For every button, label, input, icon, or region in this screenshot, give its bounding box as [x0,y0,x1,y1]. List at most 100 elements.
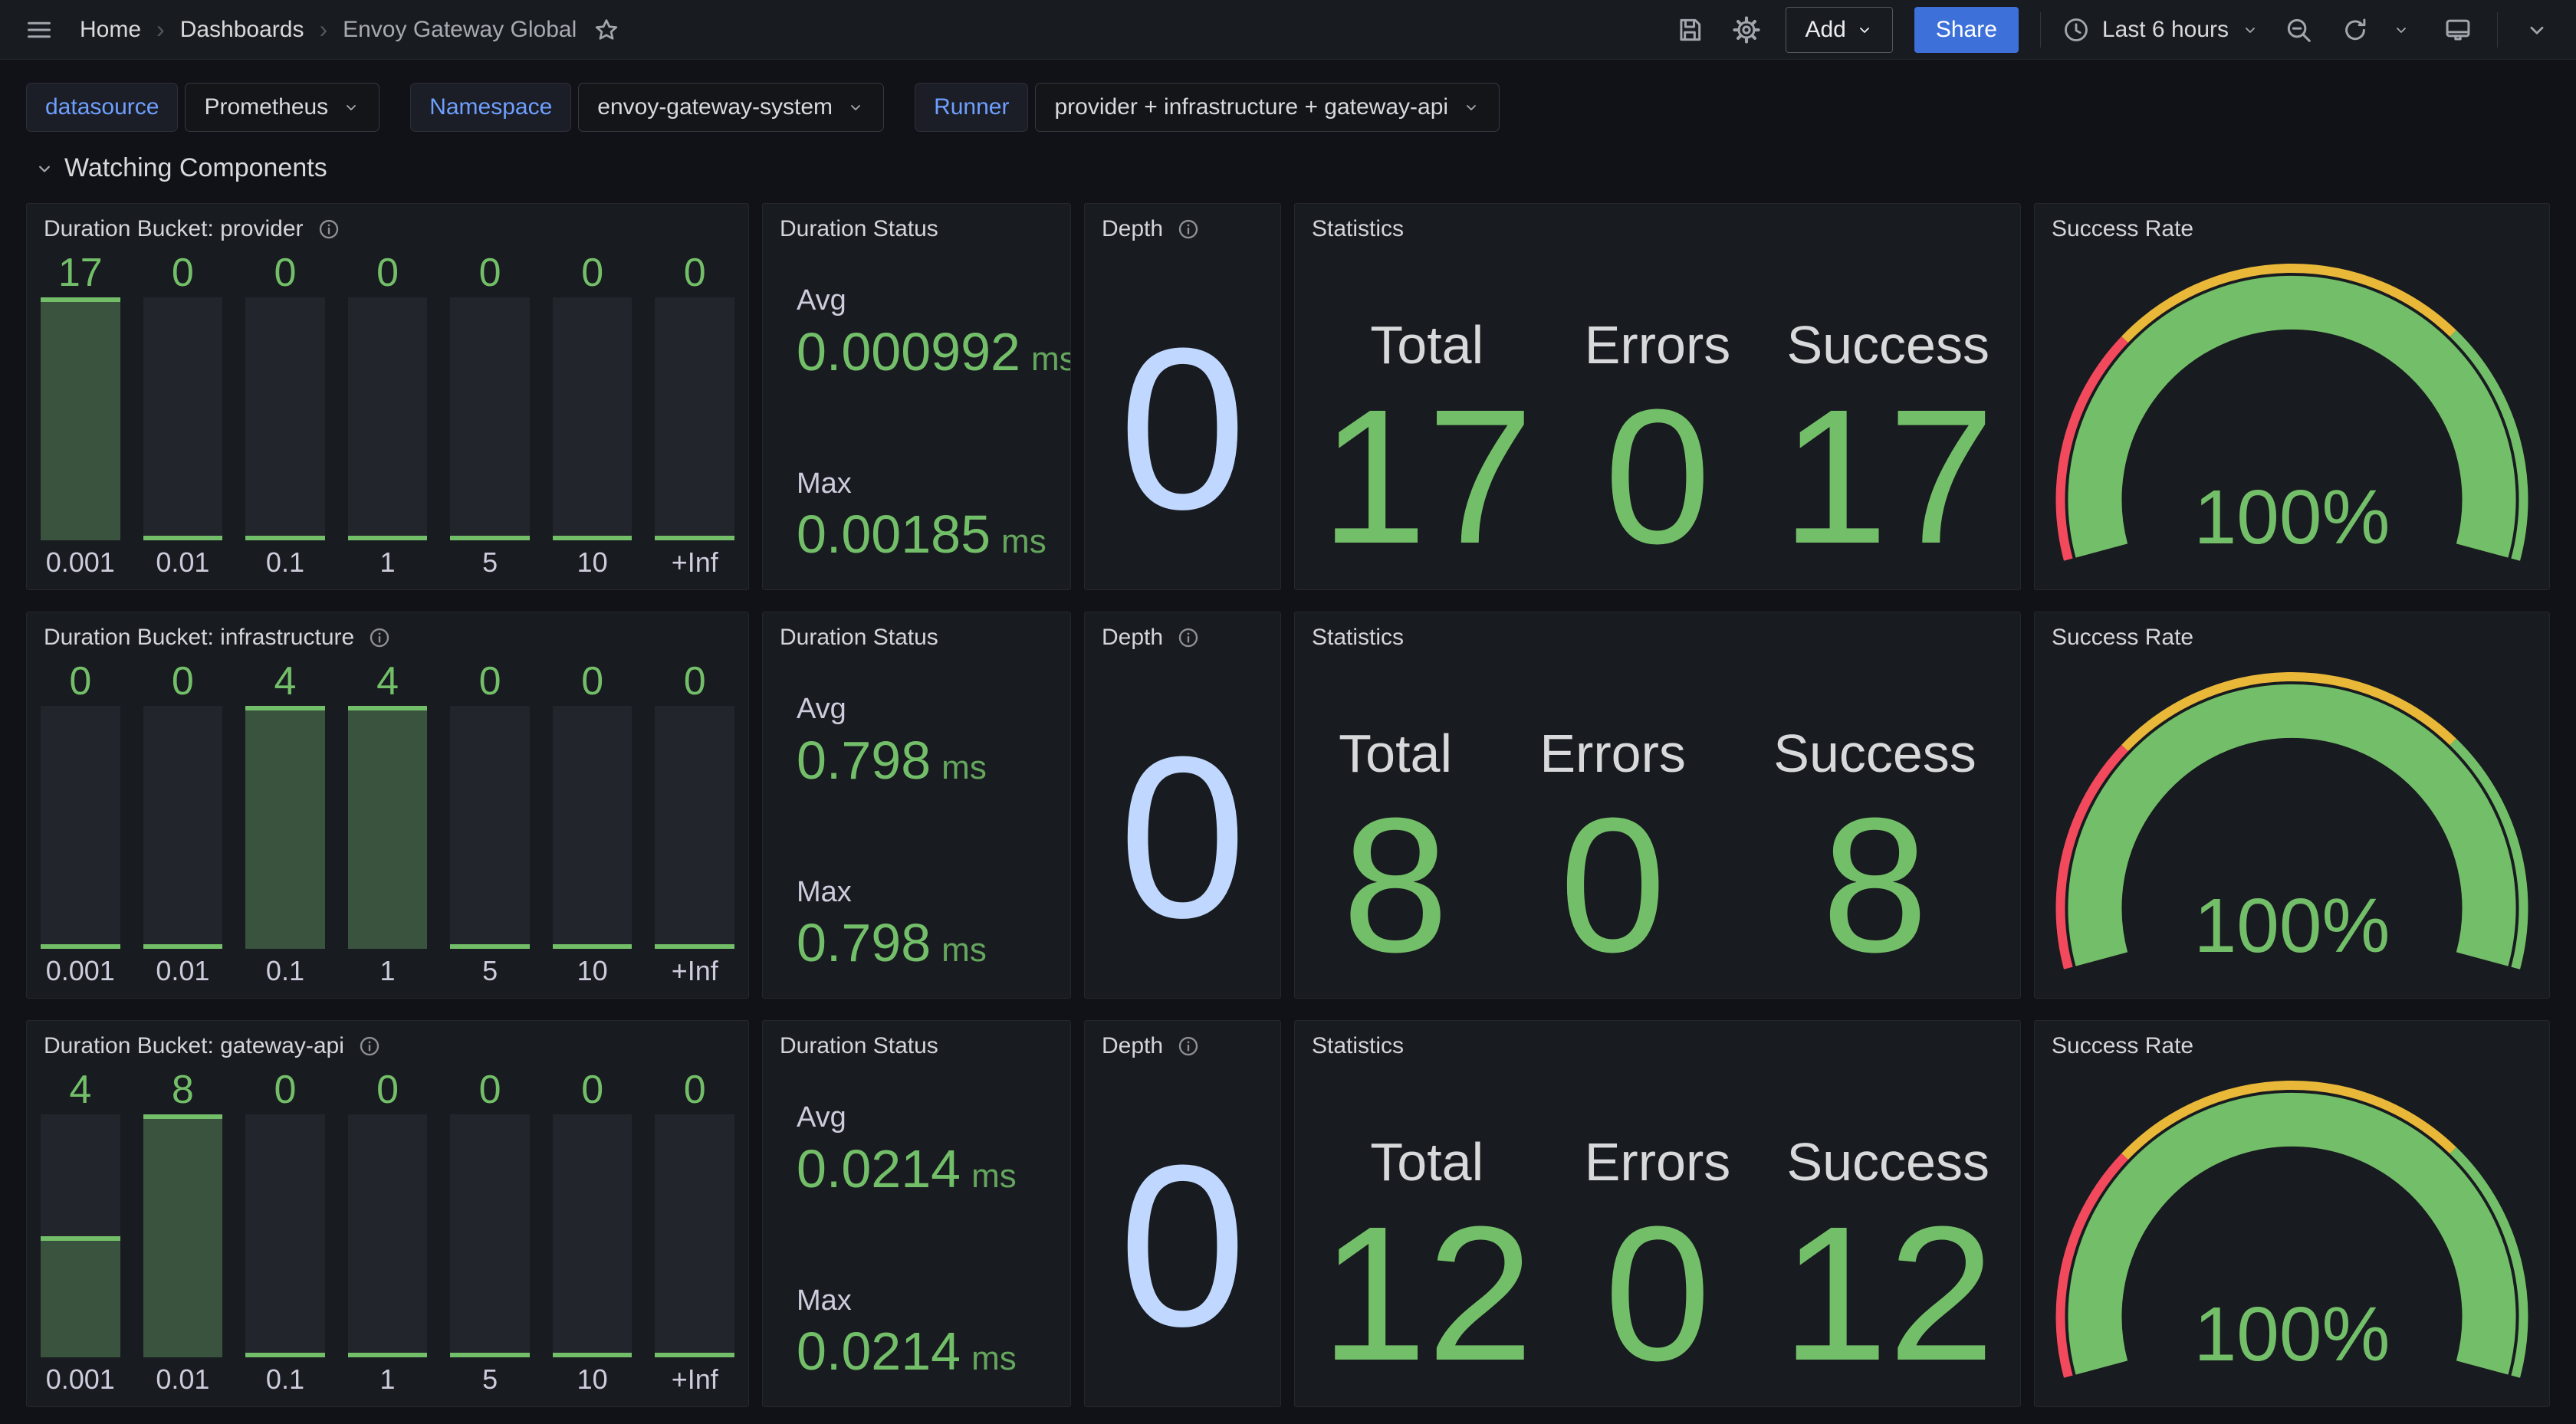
section-title: Watching Components [64,153,327,183]
max-value: 0.798 [797,916,931,970]
success-rate-gauge: 100% [2035,1062,2549,1406]
share-button[interactable]: Share [1914,7,2019,53]
refresh-button[interactable] [2338,12,2373,48]
info-icon[interactable] [358,1035,381,1058]
zoom-out-time-button[interactable] [2281,12,2316,48]
breadcrumb-home[interactable]: Home [80,17,141,43]
bar-x-label: +Inf [655,540,734,585]
add-button[interactable]: Add [1786,7,1892,53]
panel-statistics-provider: Statistics Total 17 Errors 0 Success 17 [1294,203,2021,590]
bar-x-label: +Inf [655,1357,734,1402]
time-range-picker[interactable]: Last 6 hours [2062,16,2259,44]
panel-title: Statistics [1312,1033,1404,1059]
toolbar-collapse-button[interactable] [2519,12,2555,48]
panel-header: Duration Bucket: provider [27,204,748,245]
chevron-down-icon [2392,21,2410,39]
panel-title: Depth [1102,625,1163,651]
bar-value-label: 0 [41,657,120,706]
stat-value: 0 [1604,381,1710,573]
bar-x-label: 5 [450,949,530,993]
bar-x-label: 1 [348,1357,428,1402]
bar-fill [41,944,120,949]
bar-x-label: 0.1 [245,949,325,993]
avg-unit: ms [1031,340,1071,379]
panel-title: Duration Bucket: gateway-api [44,1033,344,1059]
bar-column: 40.1 [245,657,325,993]
refresh-interval-dropdown[interactable] [2384,12,2419,48]
divider [2497,12,2498,48]
bar-x-label: 5 [450,1357,530,1402]
bar-value-label: 4 [348,657,428,706]
breadcrumb-dashboards[interactable]: Dashboards [180,17,304,43]
panel-duration-bucket-infrastructure: Duration Bucket: infrastructure 00.00100… [26,612,749,999]
max-label: Max [797,467,1070,502]
avg-label: Avg [797,692,1070,727]
info-icon[interactable] [1177,626,1200,649]
max-unit: ms [971,1340,1017,1378]
bar-x-label: 5 [450,540,530,585]
panel-depth-gateway-api: Depth 0 [1084,1020,1281,1407]
panel-success-rate-gateway-api: Success Rate 100% [2034,1020,2550,1407]
datasource-value: Prometheus [204,94,328,120]
info-icon[interactable] [1177,1035,1200,1058]
bar-fill [450,944,530,949]
info-icon[interactable] [368,626,391,649]
dashboard-settings-button[interactable] [1729,12,1764,48]
stat-label: Success [1773,727,1976,780]
bar-gauge: 00.00100.0140.141050100+Inf [27,654,748,998]
panel-title: Duration Bucket: provider [44,216,304,242]
bar-track [655,1114,734,1357]
save-dashboard-button[interactable] [1672,12,1707,48]
row-toggle-watching-components[interactable]: Watching Components [34,153,2576,183]
bar-fill [348,536,428,540]
datasource-select[interactable]: Prometheus [185,83,380,132]
bar-fill [143,944,223,949]
success-rate-gauge: 100% [2035,654,2549,998]
bar-fill [245,1353,325,1357]
max-label: Max [797,875,1070,911]
panel-title: Statistics [1312,216,1404,242]
stat-total: Total 12 [1320,1135,1533,1406]
max-value: 0.0214 [797,1324,961,1378]
bar-track [553,1114,632,1357]
bar-fill [655,1353,734,1357]
breadcrumb-separator: › [319,15,327,44]
runner-select[interactable]: provider + infrastructure + gateway-api [1035,83,1500,132]
refresh-icon [2341,15,2370,44]
bar-track [245,1114,325,1357]
bar-gauge: 40.00180.0100.101050100+Inf [27,1062,748,1406]
bar-x-label: 0.1 [245,1357,325,1402]
bar-x-label: 10 [553,540,632,585]
clock-icon [2062,16,2090,44]
top-nav: Home › Dashboards › Envoy Gateway Global… [0,0,2576,60]
info-icon[interactable] [317,218,340,241]
bar-value-label: 0 [450,248,530,297]
statistics: Total 17 Errors 0 Success 17 [1295,245,2020,589]
hamburger-menu-button[interactable] [21,12,57,48]
bar-value-label: 4 [41,1065,120,1114]
bar-x-label: 1 [348,540,428,585]
zoom-out-icon [2284,15,2313,44]
stat-label: Success [1786,1135,1990,1189]
stat-label: Errors [1585,1135,1731,1189]
panel-title: Depth [1102,216,1163,242]
kiosk-mode-button[interactable] [2440,12,2476,48]
depth-value: 0 [1119,1130,1247,1360]
stat-value: 12 [1320,1198,1533,1390]
namespace-select[interactable]: envoy-gateway-system [578,83,884,132]
favorite-star-button[interactable] [589,12,624,48]
bar-column: 0+Inf [655,248,734,585]
bar-track [348,706,428,949]
bar-track [348,297,428,540]
avg-group: Avg 0.798ms [797,692,1070,787]
bar-track [245,706,325,949]
panel-depth-provider: Depth 0 [1084,203,1281,590]
namespace-value: envoy-gateway-system [597,94,833,120]
stat-label: Total [1370,318,1484,372]
hamburger-icon [25,15,54,44]
gauge-value-text: 100% [2194,883,2390,969]
stat-errors: Errors 0 [1539,727,1686,998]
stat-label: Total [1339,727,1452,780]
info-icon[interactable] [1177,218,1200,241]
stat-success: Success 12 [1782,1135,1995,1406]
